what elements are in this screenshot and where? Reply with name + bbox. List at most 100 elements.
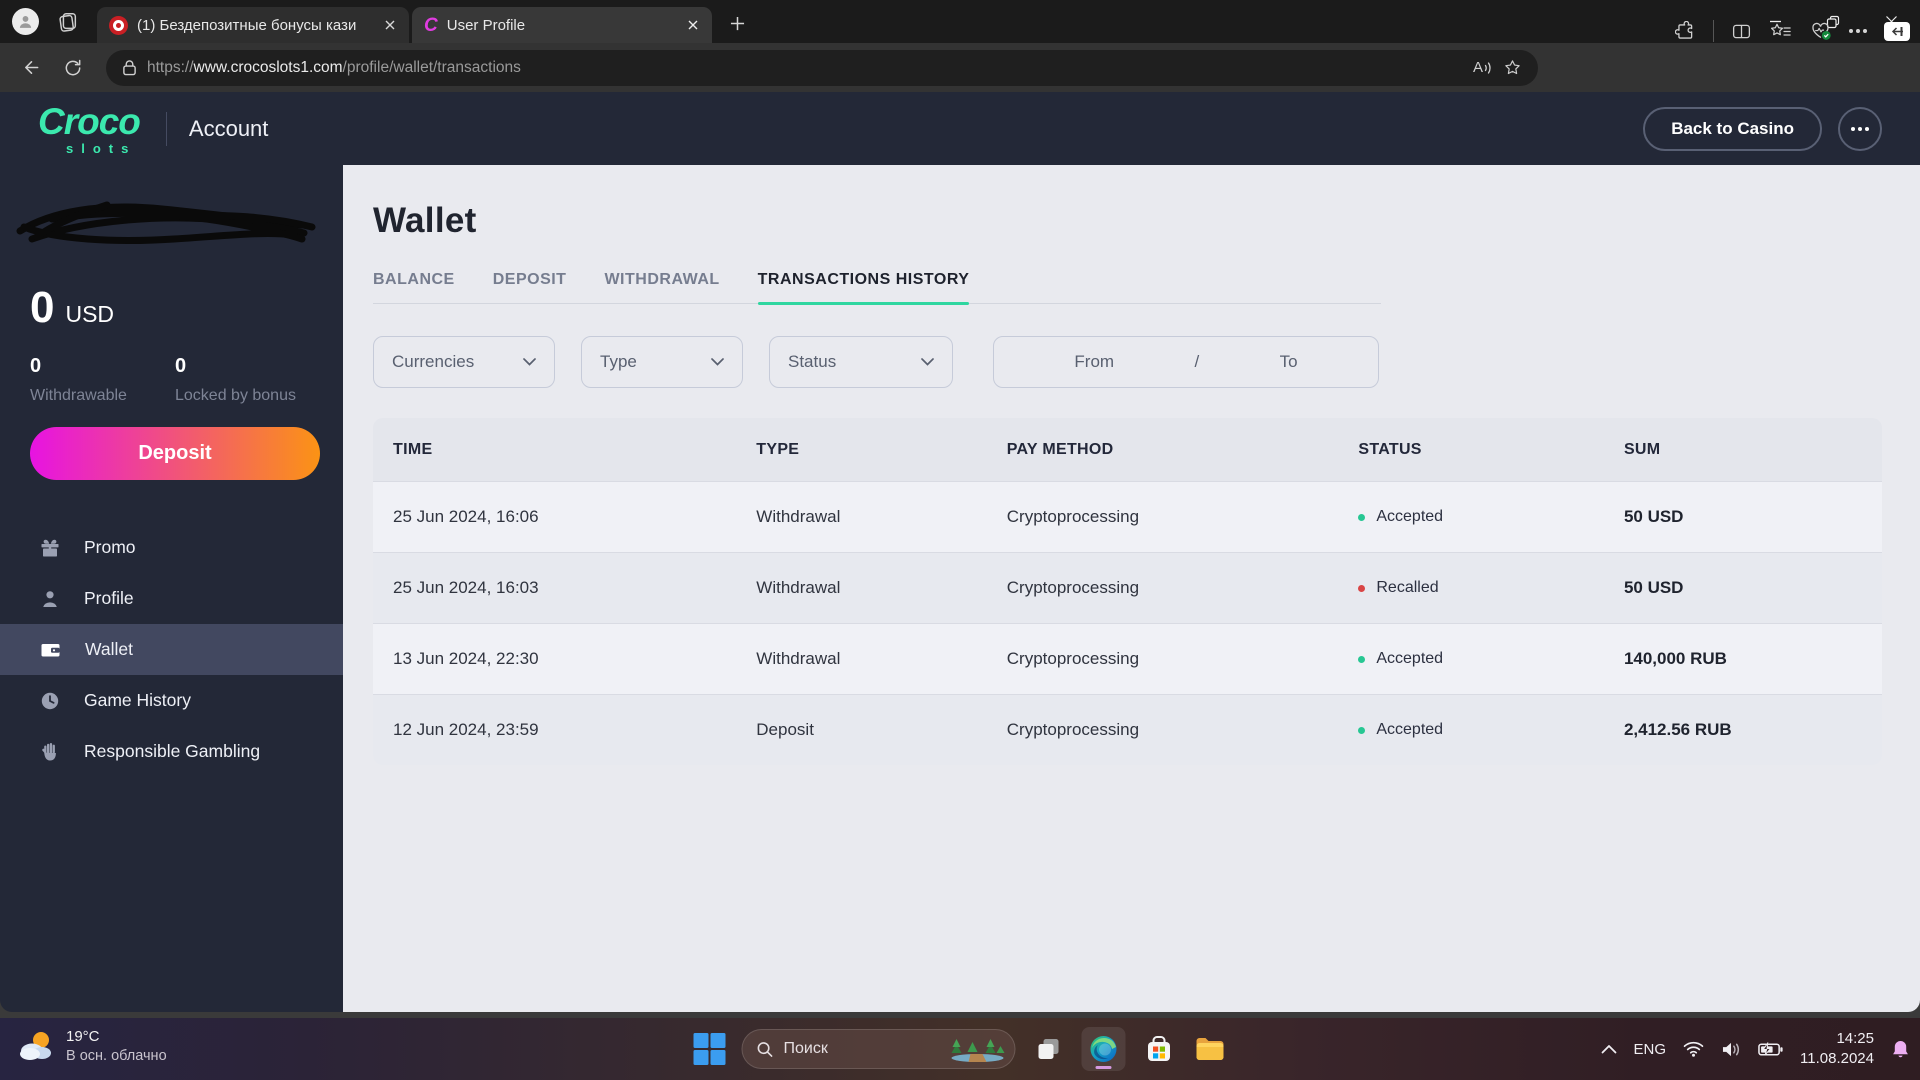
cell-pay-method: Cryptoprocessing (1006, 507, 1140, 526)
weather-condition: В осн. облачно (66, 1048, 167, 1064)
col-time: TIME (393, 440, 433, 458)
windows-taskbar: 19°C В осн. облачно Поиск ENG 14:25 11.0… (0, 1018, 1920, 1080)
extensions-icon[interactable] (1675, 20, 1696, 42)
settings-menu-icon[interactable] (1849, 29, 1867, 33)
user-icon (19, 16, 32, 28)
section-title: Account (188, 115, 269, 141)
table-row[interactable]: 25 Jun 2024, 16:06 Withdrawal Cryptoproc… (373, 481, 1882, 552)
volume-icon[interactable] (1721, 1041, 1741, 1058)
browser-profile-avatar[interactable] (12, 8, 39, 35)
browser-tab-active[interactable]: C User Profile (412, 7, 712, 43)
sidebar-item-responsible-gambling[interactable]: Responsible Gambling (0, 726, 343, 777)
cell-pay-method: Cryptoprocessing (1006, 649, 1140, 668)
browser-essentials-icon[interactable] (1809, 20, 1832, 42)
crocoslots-favicon: C (424, 14, 438, 36)
type-select[interactable]: Type (581, 336, 743, 388)
file-explorer-button[interactable] (1192, 1031, 1228, 1067)
new-tab-button[interactable] (722, 8, 752, 38)
locked-value: 0 (175, 355, 187, 377)
taskbar-search[interactable]: Поиск (741, 1029, 1016, 1069)
hidden-icons-chevron[interactable] (1601, 1044, 1617, 1054)
workspaces-icon[interactable] (57, 11, 79, 33)
locked-stat: 0 Locked by bonus (175, 355, 320, 405)
edge-icon (1090, 1036, 1117, 1062)
withdrawable-label: Withdrawable (30, 387, 127, 404)
user-icon (43, 590, 57, 607)
search-label: Поиск (783, 1040, 828, 1057)
balance-amount: 0 (30, 283, 55, 332)
status-label: Status (788, 352, 837, 371)
cell-type: Deposit (756, 720, 814, 739)
chevron-down-icon (523, 358, 536, 366)
withdrawable-stat: 0 Withdrawable (30, 355, 175, 405)
cell-sum: 50 USD (1623, 578, 1684, 597)
tab-balance[interactable]: BALANCE (373, 271, 455, 303)
sidebar-item-promo[interactable]: Promo (0, 522, 343, 573)
reload-button[interactable] (56, 51, 90, 85)
header-divider (165, 111, 167, 146)
notification-bell-icon[interactable] (1891, 1039, 1910, 1060)
sidebar-item-game-history[interactable]: Game History (0, 675, 343, 726)
table-row[interactable]: 25 Jun 2024, 16:03 Withdrawal Cryptoproc… (373, 552, 1882, 623)
split-screen-icon[interactable] (1731, 21, 1752, 42)
chevron-down-icon (711, 358, 724, 366)
favorite-star-icon[interactable] (1503, 58, 1522, 77)
taskbar-weather-widget[interactable]: 19°C В осн. облачно (14, 1026, 167, 1066)
page: 0 USD 0 Withdrawable 0 Locked by bonus D… (0, 165, 1920, 1018)
back-button[interactable] (14, 51, 48, 85)
status-dot (1358, 726, 1366, 734)
sidebar-menu: Promo Profile Wallet Game History Respon… (0, 522, 343, 777)
search-highlight-scenery-icon (951, 1039, 1005, 1062)
clock-time: 14:25 (1836, 1029, 1874, 1047)
battery-charging-icon[interactable] (1758, 1041, 1783, 1057)
date-from-placeholder: From (1074, 352, 1115, 371)
date-range-input[interactable]: From / To (993, 336, 1379, 388)
cell-time: 13 Jun 2024, 22:30 (393, 649, 539, 668)
sidebar-item-wallet[interactable]: Wallet (0, 624, 343, 675)
balance: 0 USD (30, 283, 114, 333)
table-row[interactable]: 12 Jun 2024, 23:59 Deposit Cryptoprocess… (373, 694, 1882, 765)
cell-status: Recalled (1376, 579, 1439, 596)
browser-tab-inactive[interactable]: (1) Бездепозитные бонусы кази (97, 7, 409, 43)
sidebar-item-profile[interactable]: Profile (0, 573, 343, 624)
tab-deposit[interactable]: DEPOSIT (493, 271, 567, 303)
deposit-button[interactable]: Deposit (30, 427, 320, 480)
balance-currency: USD (65, 301, 115, 327)
address-bar[interactable]: https://www.crocoslots1.com/profile/wall… (106, 49, 1538, 86)
sidebar-toggle-icon[interactable] (1884, 21, 1910, 41)
croco-slots-logo[interactable]: Croco slots (38, 103, 141, 155)
table-row[interactable]: 13 Jun 2024, 22:30 Withdrawal Cryptoproc… (373, 623, 1882, 694)
search-icon (757, 1041, 773, 1057)
start-button[interactable] (693, 1032, 727, 1066)
cell-type: Withdrawal (756, 507, 841, 526)
task-view-button[interactable] (1031, 1031, 1067, 1067)
date-separator: / (1194, 352, 1200, 371)
tab-title: User Profile (446, 16, 526, 34)
col-sum: SUM (1623, 440, 1661, 458)
page-title: Wallet (373, 201, 477, 240)
casino-favicon (109, 15, 128, 35)
tab-transactions-history[interactable]: TRANSACTIONS HISTORY (757, 271, 970, 305)
cell-time: 25 Jun 2024, 16:03 (393, 578, 539, 597)
col-status: STATUS (1358, 440, 1422, 458)
cell-sum: 2,412.56 RUB (1623, 720, 1732, 739)
microsoft-store-button[interactable] (1141, 1031, 1177, 1067)
edge-browser-button[interactable] (1081, 1027, 1126, 1071)
tab-withdrawal[interactable]: WITHDRAWAL (604, 271, 719, 303)
favorites-bar-icon[interactable] (1769, 21, 1792, 42)
status-select[interactable]: Status (769, 336, 953, 388)
read-aloud-icon[interactable]: A (1473, 59, 1493, 76)
site-header: Croco slots Account Back to Casino (0, 92, 1920, 165)
tab-close-icon[interactable] (684, 16, 702, 34)
cell-sum: 50 USD (1623, 507, 1684, 526)
type-label: Type (600, 352, 637, 371)
gift-icon (41, 539, 59, 556)
currencies-select[interactable]: Currencies (373, 336, 555, 388)
taskbar-clock[interactable]: 14:25 11.08.2024 (1800, 1029, 1874, 1070)
wifi-icon[interactable] (1683, 1041, 1704, 1057)
back-to-casino-button[interactable]: Back to Casino (1643, 106, 1822, 151)
more-options-button[interactable] (1838, 106, 1882, 151)
tab-close-icon[interactable] (381, 16, 399, 34)
cell-status: Accepted (1376, 508, 1444, 525)
language-indicator[interactable]: ENG (1634, 1041, 1667, 1058)
